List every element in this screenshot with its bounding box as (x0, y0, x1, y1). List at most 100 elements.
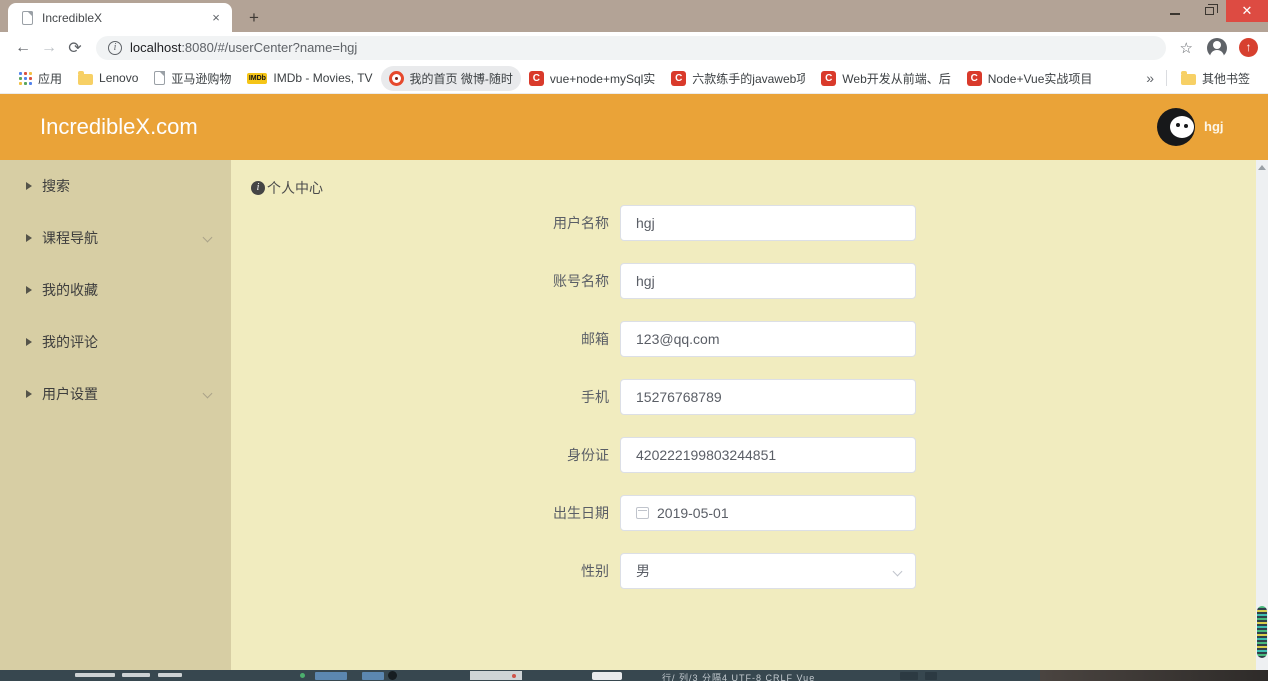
triangle-right-icon (26, 182, 32, 190)
bookmark-label: 六款练手的javaweb项 (692, 71, 806, 86)
close-window-button[interactable]: ✕ (1226, 0, 1268, 22)
taskbar-fragment (315, 672, 347, 680)
statusbar-text: 行/ 列/3 分隔4 UTF-8 CRLF Vue (662, 673, 816, 681)
forward-icon[interactable]: → (36, 35, 62, 61)
field-input[interactable]: 男 (620, 553, 916, 589)
taskbar-fragment (122, 673, 150, 677)
site-header: IncredibleX.com hgj (0, 94, 1268, 160)
url-path: :8080/#/userCenter?name=hgj (181, 40, 358, 55)
bookmark-item[interactable]: C Node+Vue实战项目 (959, 66, 1101, 91)
tab-title: IncredibleX (42, 10, 103, 25)
csdn-icon: C (966, 70, 982, 86)
sidebar-item[interactable]: 用户设置 (0, 368, 231, 420)
page-title-row: i 个人中心 (231, 160, 1256, 198)
url-text[interactable]: localhost:8080/#/userCenter?name=hgj (130, 40, 357, 55)
field-value: 420222199803244851 (636, 447, 777, 463)
header-username[interactable]: hgj (1204, 94, 1224, 160)
form-row: 手机 15276768789 (231, 379, 1256, 415)
field-label: 用户名称 (553, 215, 609, 231)
sidebar-item[interactable]: 我的收藏 (0, 264, 231, 316)
taskbar-fragment (925, 672, 937, 680)
form-row: 用户名称 hgj (231, 205, 1256, 241)
field-value: 2019-05-01 (657, 505, 729, 521)
bookmark-label: 我的首页 微博-随时 (409, 71, 513, 86)
csdn-icon: C (528, 70, 544, 86)
csdn-icon: C (671, 70, 687, 86)
bookmark-label: IMDb - Movies, TV (273, 71, 373, 85)
site-info-icon[interactable]: i (108, 40, 122, 55)
field-input[interactable]: 420222199803244851 (620, 437, 916, 473)
sidebar-item[interactable]: 搜索 (0, 160, 231, 212)
refresh-icon[interactable]: ⟳ (62, 35, 88, 61)
site-logo[interactable]: IncredibleX.com (40, 94, 198, 160)
field-input[interactable]: 15276768789 (620, 379, 916, 415)
apps-grid-icon (18, 71, 32, 85)
main-panel: i 个人中心 用户名称 hgj 账号名称 hgj 邮箱 123@qq.com 手… (231, 160, 1256, 670)
tab-favicon-page-icon (22, 10, 33, 25)
screen: IncredibleX × + ✕ ← → ⟳ i localhost:8080… (0, 0, 1268, 681)
field-value: 123@qq.com (636, 331, 720, 347)
user-avatar[interactable] (1157, 108, 1195, 146)
field-input[interactable]: 123@qq.com (620, 321, 916, 357)
sidebar-item-label: 课程导航 (42, 230, 98, 246)
field-input[interactable]: hgj (620, 205, 916, 241)
field-input[interactable]: 2019-05-01 (620, 495, 916, 531)
user-form: 用户名称 hgj 账号名称 hgj 邮箱 123@qq.com 手机 15276… (231, 205, 1256, 589)
bookmark-item[interactable]: IMDb IMDb - Movies, TV (239, 67, 380, 89)
content-area: 搜索 课程导航 我的收藏 我的评论 用户设置 i 个人中心 用户名称 hgj 账… (0, 160, 1268, 670)
browser-update-icon[interactable]: ↑ (1239, 38, 1258, 57)
field-label: 性别 (581, 563, 609, 579)
sidebar-item[interactable]: 课程导航 (0, 212, 231, 264)
bookmark-item[interactable]: C Web开发从前端、后 (813, 66, 958, 91)
taskbar-fragment (592, 672, 622, 680)
browser-tab[interactable]: IncredibleX × (8, 3, 232, 32)
bookmark-item[interactable]: C vue+node+mySql实 (521, 66, 663, 91)
scrollbar-thumb[interactable] (1257, 606, 1267, 658)
sidebar-item-label: 我的评论 (42, 334, 98, 350)
window-controls: ✕ (1158, 0, 1268, 22)
bookmark-star-icon[interactable]: ☆ (1180, 39, 1193, 57)
bookmark-item[interactable]: 我的首页 微博-随时 (380, 65, 521, 91)
scroll-up-arrow-icon[interactable] (1258, 165, 1266, 170)
bookmark-label: Web开发从前端、后 (842, 71, 951, 86)
minimize-button[interactable] (1158, 0, 1192, 22)
taskbar-fragment (75, 673, 115, 677)
bookmark-item[interactable]: 应用 (10, 66, 70, 91)
triangle-right-icon (26, 390, 32, 398)
form-row: 账号名称 hgj (231, 263, 1256, 299)
bookmark-list: 应用 Lenovo 亚马逊购物 IMDb IMDb - Movies, TV 我… (10, 65, 1101, 91)
chevron-down-icon (892, 566, 903, 577)
tab-close-icon[interactable]: × (208, 10, 224, 26)
field-label: 身份证 (567, 447, 609, 463)
page-title: 个人中心 (267, 180, 323, 196)
new-tab-button[interactable]: + (243, 7, 265, 29)
bookmark-item[interactable]: 亚马逊购物 (146, 66, 239, 91)
bookmark-item[interactable]: Lenovo (70, 67, 146, 89)
field-label: 手机 (581, 389, 609, 405)
csdn-icon: C (821, 70, 837, 86)
browser-toolbar: ← → ⟳ i localhost:8080/#/userCenter?name… (0, 32, 1268, 63)
back-icon[interactable]: ← (10, 35, 36, 61)
restore-button[interactable] (1192, 0, 1226, 22)
other-bookmarks-label: 其他书签 (1201, 71, 1250, 86)
sidebar-item[interactable]: 我的评论 (0, 316, 231, 368)
bookmarks-overflow-icon[interactable]: » (1140, 70, 1160, 86)
sidebar-item-label: 我的收藏 (42, 282, 98, 298)
browser-titlebar: IncredibleX × + ✕ (0, 0, 1268, 32)
profile-avatar-icon[interactable] (1207, 37, 1227, 60)
taskbar-app-icon (388, 671, 397, 680)
bookmark-label: 亚马逊购物 (171, 71, 232, 86)
taskbar-right-segment (1040, 670, 1268, 681)
field-label: 出生日期 (553, 505, 609, 521)
taskbar-strip: 行/ 列/3 分隔4 UTF-8 CRLF Vue (0, 670, 1268, 681)
other-bookmarks-button[interactable]: 其他书签 (1173, 66, 1258, 91)
bookmark-label: vue+node+mySql实 (549, 71, 656, 86)
field-input[interactable]: hgj (620, 263, 916, 299)
triangle-right-icon (26, 286, 32, 294)
address-bar[interactable]: i localhost:8080/#/userCenter?name=hgj (96, 35, 1166, 60)
taskbar-fragment (900, 672, 918, 680)
page-scrollbar[interactable] (1256, 160, 1268, 670)
bookmark-item[interactable]: C 六款练手的javaweb项 (663, 66, 813, 91)
info-icon: i (251, 181, 265, 195)
taskbar-fragment (300, 673, 305, 678)
